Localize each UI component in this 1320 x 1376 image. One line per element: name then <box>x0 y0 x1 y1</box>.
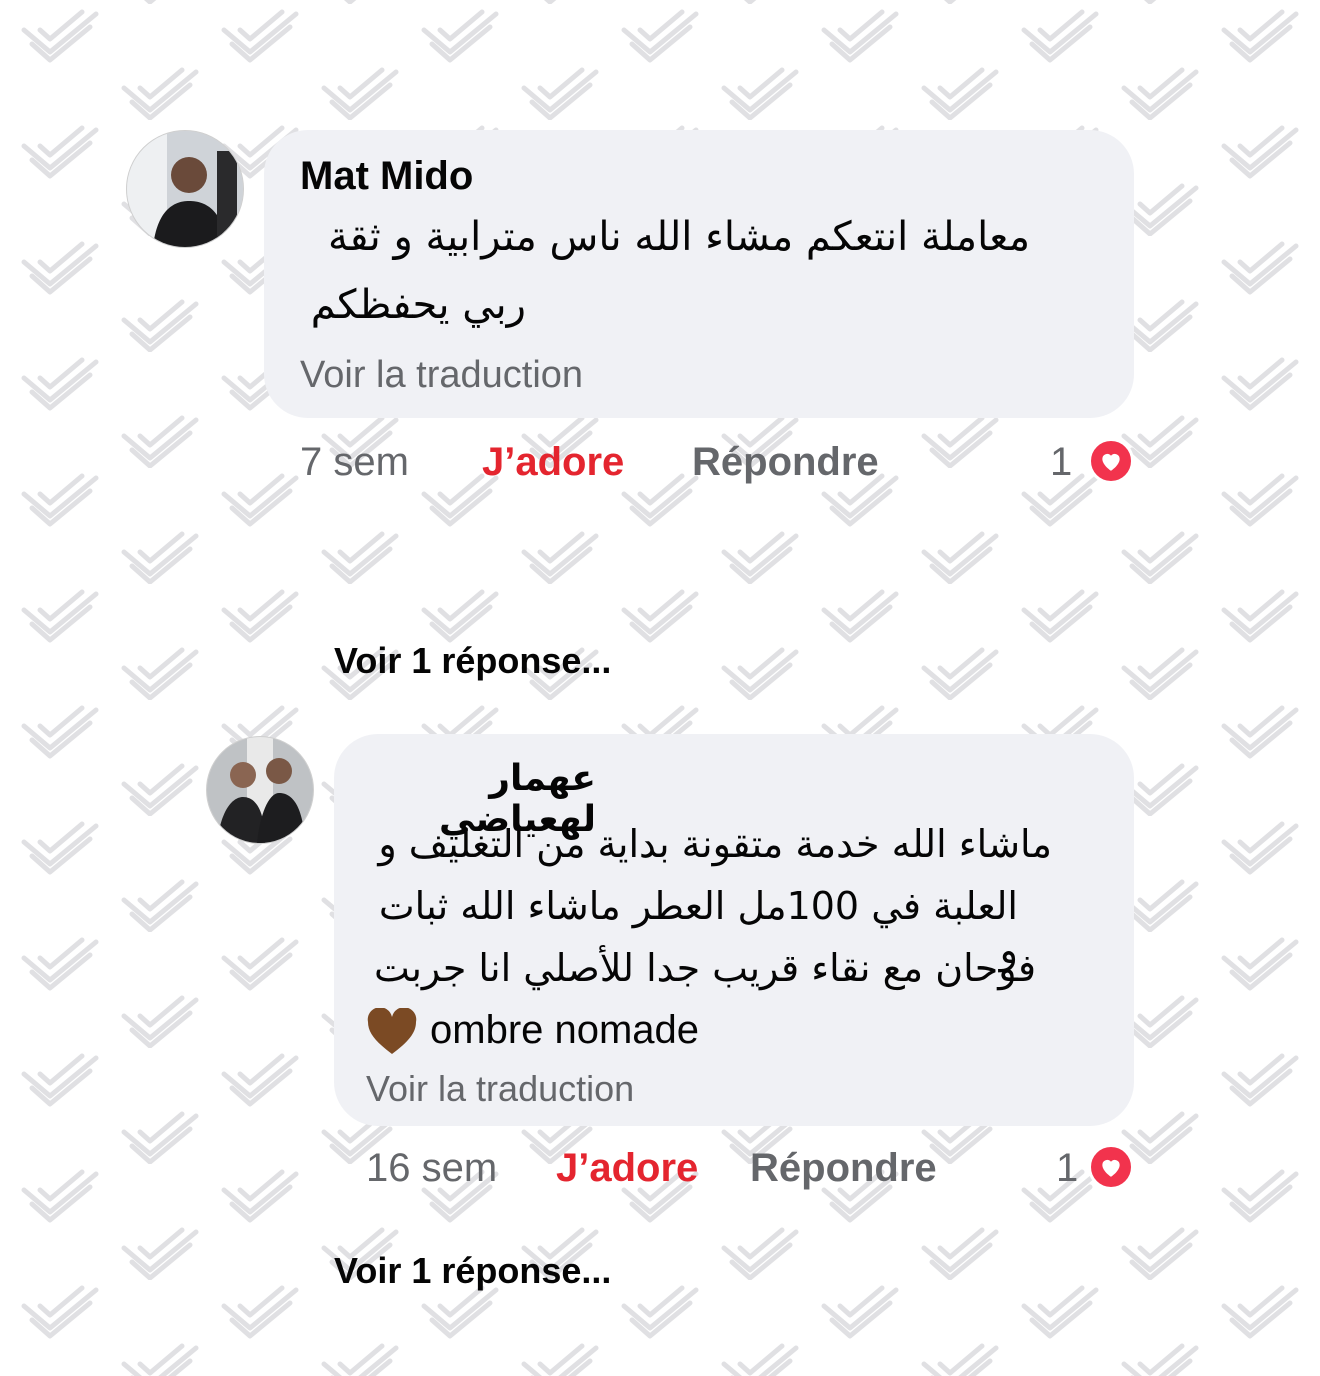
see-replies-link[interactable]: Voir 1 réponse... <box>334 1250 611 1292</box>
like-button[interactable]: J’adore <box>556 1146 698 1191</box>
comment-text-line: فوحان مع نقاء قريب جدا للأصلي انا جربت <box>374 946 1036 990</box>
comment: عهمار لهعياضي ماشاء الله خدمة متقونة بدا… <box>0 0 1320 1376</box>
avatar[interactable] <box>206 736 314 844</box>
see-translation-link[interactable]: Voir la traduction <box>366 1068 634 1110</box>
comment-text-line: ombre nomade <box>366 1008 699 1056</box>
brown-heart-icon <box>367 1008 417 1055</box>
reaction-count[interactable]: 1 <box>1056 1146 1078 1191</box>
comment-text-line: ماشاء الله خدمة متقونة بداية من التغليف … <box>378 822 1052 866</box>
comment-timestamp[interactable]: 16 sem <box>366 1146 497 1191</box>
heart-icon[interactable] <box>1088 1144 1134 1190</box>
comment-text-inline: ombre nomade <box>430 1008 700 1052</box>
reply-button[interactable]: Répondre <box>750 1146 937 1191</box>
